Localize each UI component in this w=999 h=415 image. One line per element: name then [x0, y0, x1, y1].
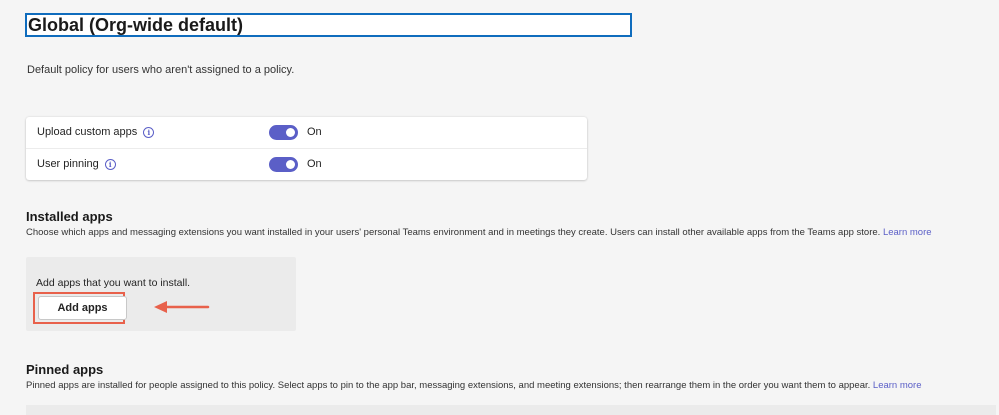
policy-name-field[interactable]: Global (Org-wide default)	[25, 13, 632, 37]
info-icon[interactable]: i	[104, 159, 116, 170]
installed-apps-description: Choose which apps and messaging extensio…	[26, 227, 932, 238]
setting-row-upload-custom-apps: Upload custom apps i On	[26, 117, 587, 149]
toggle-state-label: On	[307, 126, 322, 138]
add-apps-button[interactable]: Add apps	[38, 296, 127, 320]
user-pinning-toggle[interactable]	[269, 157, 298, 172]
annotation-arrow-icon	[154, 301, 210, 313]
upload-custom-apps-toggle[interactable]	[269, 125, 298, 140]
toggle-knob	[286, 128, 295, 137]
setting-label: Upload custom apps	[37, 126, 138, 138]
pinned-apps-panel	[26, 405, 996, 415]
toggle-knob	[286, 160, 295, 169]
toggle-state-label: On	[307, 158, 322, 170]
pinned-apps-learn-more-link[interactable]: Learn more	[873, 380, 922, 391]
setting-row-user-pinning: User pinning i On	[26, 149, 587, 180]
policy-description: Default policy for users who aren't assi…	[27, 64, 295, 76]
install-apps-panel: Add apps that you want to install. Add a…	[26, 257, 296, 331]
page-title: Global (Org-wide default)	[28, 15, 243, 35]
pinned-apps-description: Pinned apps are installed for people ass…	[26, 380, 922, 391]
info-icon[interactable]: i	[143, 127, 155, 138]
installed-apps-heading: Installed apps	[26, 209, 113, 224]
settings-card: Upload custom apps i On User pinning i On	[26, 117, 587, 180]
setting-label: User pinning	[37, 158, 99, 170]
pinned-apps-heading: Pinned apps	[26, 362, 104, 377]
install-panel-text: Add apps that you want to install.	[36, 277, 191, 289]
installed-apps-learn-more-link[interactable]: Learn more	[883, 227, 932, 238]
